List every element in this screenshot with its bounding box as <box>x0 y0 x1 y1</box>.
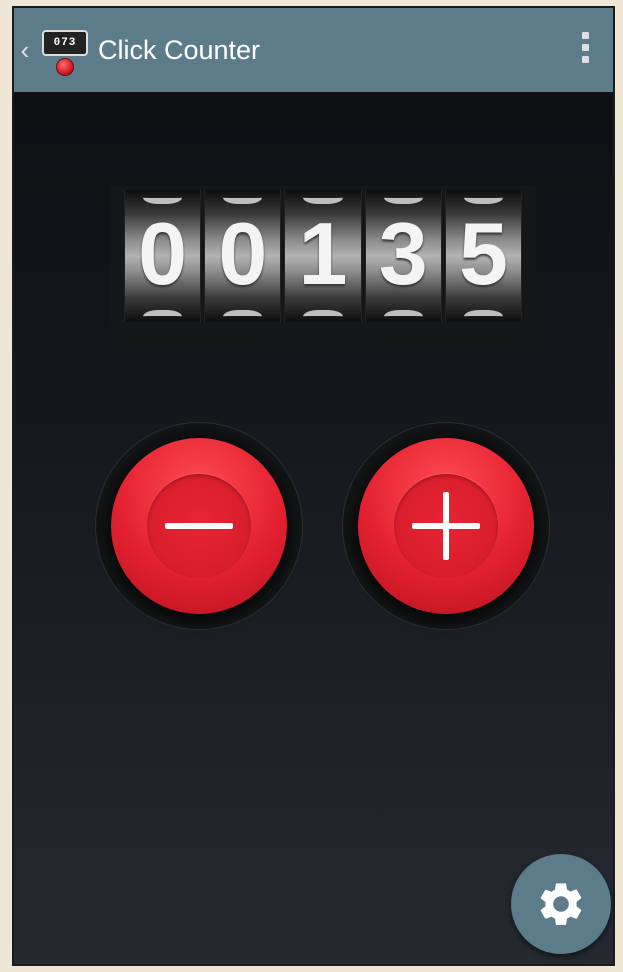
app-icon-counter-box: 073 <box>42 30 88 56</box>
counter-digit-5: 5 <box>444 190 523 322</box>
counter-drums: 0 0 1 3 5 <box>124 190 523 322</box>
gear-icon <box>540 883 582 926</box>
app-bar: ‹ 073 Click Counter <box>14 8 613 92</box>
app-icon[interactable]: 073 <box>38 20 92 80</box>
counter-digit-2: 0 <box>204 190 282 322</box>
digit-text: 0 <box>218 204 268 303</box>
digit-text: 0 <box>138 204 188 303</box>
decrement-button-face <box>147 474 251 578</box>
increment-button-face <box>394 474 498 578</box>
app-screen: ‹ 073 Click Counter 0 0 1 3 5 <box>14 8 613 964</box>
minus-icon <box>165 523 233 529</box>
decrement-button-ring <box>95 422 303 630</box>
app-icon-red-button <box>56 58 74 76</box>
counter-display: 0 0 1 3 5 <box>110 186 536 344</box>
increment-button-ring <box>342 422 550 630</box>
app-icon-digits: 073 <box>53 37 77 49</box>
plus-icon <box>443 492 449 560</box>
app-title: Click Counter <box>98 34 261 65</box>
counter-digit-1: 0 <box>124 190 202 322</box>
settings-button[interactable] <box>511 854 611 954</box>
increment-button[interactable] <box>358 438 534 614</box>
digit-text: 5 <box>458 204 508 303</box>
decrement-button[interactable] <box>111 438 287 614</box>
counter-digit-4: 3 <box>364 190 442 322</box>
digit-text: 3 <box>378 204 428 303</box>
more-vert-icon[interactable] <box>581 32 591 70</box>
back-icon[interactable]: ‹ <box>14 8 36 92</box>
digit-text: 1 <box>298 204 348 303</box>
counter-digit-3: 1 <box>284 190 362 322</box>
phone-frame: ‹ 073 Click Counter 0 0 1 3 5 <box>12 6 615 966</box>
